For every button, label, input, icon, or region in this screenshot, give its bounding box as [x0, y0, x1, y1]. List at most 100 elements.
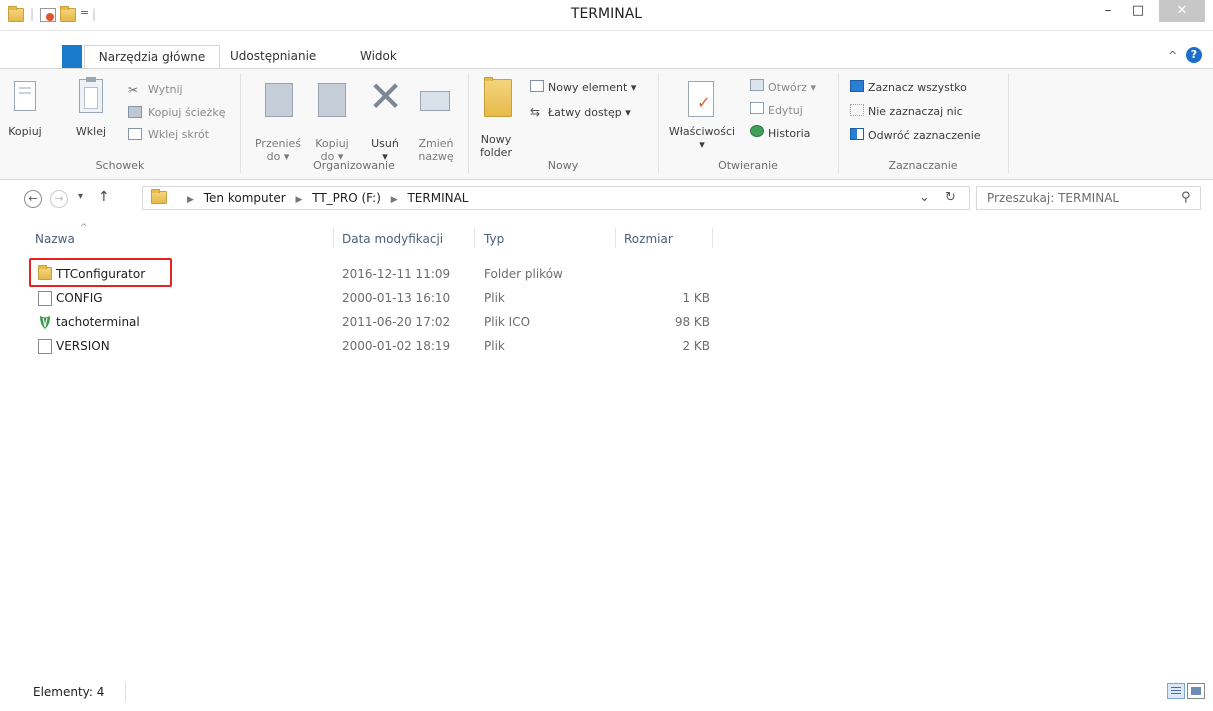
tacho-ico-icon: [38, 315, 52, 330]
file-modified: 2016-12-11 11:09: [342, 267, 451, 281]
easy-access-icon: ⇆: [530, 105, 541, 119]
file-row[interactable]: TTConfigurator 2016-12-11 11:09 Folder p…: [0, 262, 1213, 286]
file-tab[interactable]: [62, 45, 82, 69]
file-modified: 2000-01-02 18:19: [342, 339, 451, 353]
open-button[interactable]: Otwórz ▾: [768, 81, 816, 94]
up-button[interactable]: ↑: [98, 189, 110, 205]
search-icon[interactable]: ⚲: [1181, 190, 1191, 205]
file-name[interactable]: CONFIG: [56, 291, 103, 305]
select-none-button[interactable]: Nie zaznaczaj nic: [868, 105, 963, 118]
collapse-ribbon-icon[interactable]: ^: [1168, 49, 1177, 62]
file-name[interactable]: VERSION: [56, 339, 110, 353]
easy-access-button[interactable]: Łatwy dostęp ▾: [548, 106, 631, 119]
new-folder-button[interactable]: Nowy folder: [474, 133, 518, 159]
navigation-bar: ← → ▾ ↑ ▶ Ten komputer ▶ TT_PRO (F:) ▶ T…: [0, 181, 1213, 215]
paste-icon[interactable]: [79, 77, 103, 113]
tab-view[interactable]: Widok: [352, 45, 405, 69]
group-label-open: Otwieranie: [718, 159, 778, 172]
copy-button[interactable]: Kopiuj: [0, 125, 50, 138]
edit-button[interactable]: Edytuj: [768, 104, 803, 117]
close-button[interactable]: ✕: [1159, 0, 1205, 22]
file-name[interactable]: tachoterminal: [56, 315, 140, 329]
large-icons-view-icon[interactable]: [1187, 683, 1205, 699]
file-list-header: ^ Nazwa Data modyfikacji Typ Rozmiar: [0, 223, 1213, 248]
select-all-icon: [850, 80, 864, 92]
group-label-select: Zaznaczanie: [888, 159, 958, 172]
chevron-right-icon[interactable]: ▶: [187, 195, 194, 205]
status-separator: [125, 682, 126, 702]
file-row[interactable]: VERSION 2000-01-02 18:19 Plik 2 KB: [0, 334, 1213, 358]
minimize-button[interactable]: –: [1094, 0, 1122, 22]
search-input[interactable]: Przeszukaj: TERMINAL ⚲: [976, 186, 1201, 210]
file-type: Plik: [484, 339, 505, 353]
column-separator[interactable]: [615, 228, 616, 248]
column-modified[interactable]: Data modyfikacji: [342, 232, 443, 246]
copy-path-icon: [128, 106, 142, 118]
search-placeholder: Przeszukaj: TERMINAL: [987, 191, 1120, 205]
back-button[interactable]: ←: [24, 190, 42, 208]
copy-to-icon[interactable]: [318, 83, 346, 117]
paste-shortcut-icon: [128, 128, 142, 140]
edit-icon: [750, 102, 764, 114]
copy-icon[interactable]: [14, 81, 36, 111]
column-size[interactable]: Rozmiar: [624, 232, 673, 246]
paste-button[interactable]: Wklej: [66, 125, 116, 138]
status-bar: Elementy: 4: [0, 678, 1213, 711]
file-size: 1 KB: [682, 291, 710, 305]
file-modified: 2000-01-13 16:10: [342, 291, 451, 305]
details-view-icon[interactable]: [1167, 683, 1185, 699]
breadcrumb-drive[interactable]: TT_PRO (F:): [312, 191, 381, 205]
file-icon: [38, 291, 52, 306]
address-bar[interactable]: ▶ Ten komputer ▶ TT_PRO (F:) ▶ TERMINAL …: [142, 186, 970, 210]
chevron-right-icon[interactable]: ▶: [295, 195, 302, 205]
properties-icon[interactable]: ✓: [688, 81, 714, 117]
file-icon: [38, 339, 52, 354]
new-folder-icon[interactable]: [484, 77, 512, 117]
help-icon[interactable]: ?: [1186, 47, 1202, 63]
copy-path-button[interactable]: Kopiuj ścieżkę: [148, 106, 225, 119]
new-item-button[interactable]: Nowy element ▾: [548, 81, 636, 94]
ribbon-tabs: Narzędzia główne Udostępnianie Widok: [0, 45, 1213, 69]
column-separator[interactable]: [333, 228, 334, 248]
invert-selection-icon: [850, 128, 864, 140]
cut-button[interactable]: Wytnij: [148, 83, 183, 96]
column-separator[interactable]: [474, 228, 475, 248]
invert-selection-button[interactable]: Odwróć zaznaczenie: [868, 129, 981, 142]
column-name[interactable]: Nazwa: [35, 232, 75, 246]
group-separator: [838, 73, 839, 173]
group-separator: [240, 73, 241, 173]
move-to-icon[interactable]: [265, 83, 293, 117]
group-label-new: Nowy: [547, 159, 579, 172]
delete-icon[interactable]: ✕: [368, 75, 403, 119]
highlight-box: [29, 258, 172, 287]
file-type: Plik: [484, 291, 505, 305]
title-bar: | = | TERMINAL – □ ✕: [0, 0, 1213, 31]
group-label-clipboard: Schowek: [95, 159, 145, 172]
properties-button[interactable]: Właściwości ▾: [664, 125, 740, 151]
column-separator[interactable]: [712, 228, 713, 248]
breadcrumb-terminal[interactable]: TERMINAL: [407, 191, 468, 205]
paste-shortcut-button[interactable]: Wklej skrót: [148, 128, 209, 141]
group-separator: [1008, 73, 1009, 173]
refresh-icon[interactable]: ↻: [945, 190, 956, 205]
select-all-button[interactable]: Zaznacz wszystko: [868, 81, 967, 94]
file-row[interactable]: CONFIG 2000-01-13 16:10 Plik 1 KB: [0, 286, 1213, 310]
tab-home[interactable]: Narzędzia główne: [84, 45, 220, 69]
sort-ascending-icon: ^: [80, 223, 88, 233]
chevron-right-icon[interactable]: ▶: [391, 195, 398, 205]
recent-locations-icon[interactable]: ▾: [78, 191, 83, 202]
file-type: Plik ICO: [484, 315, 531, 329]
tab-share[interactable]: Udostępnianie: [222, 45, 324, 69]
rename-icon[interactable]: [420, 91, 450, 111]
file-size: 2 KB: [682, 339, 710, 353]
maximize-button[interactable]: □: [1124, 0, 1152, 22]
file-row[interactable]: tachoterminal 2011-06-20 17:02 Plik ICO …: [0, 310, 1213, 334]
column-type[interactable]: Typ: [484, 232, 504, 246]
forward-button[interactable]: →: [50, 190, 68, 208]
history-button[interactable]: Historia: [768, 127, 810, 140]
breadcrumb-this-pc[interactable]: Ten komputer: [204, 191, 286, 205]
chevron-down-icon[interactable]: ⌄: [919, 190, 930, 205]
item-count: Elementy: 4: [33, 685, 105, 699]
file-size: 98 KB: [674, 315, 710, 329]
open-icon: [750, 79, 764, 91]
